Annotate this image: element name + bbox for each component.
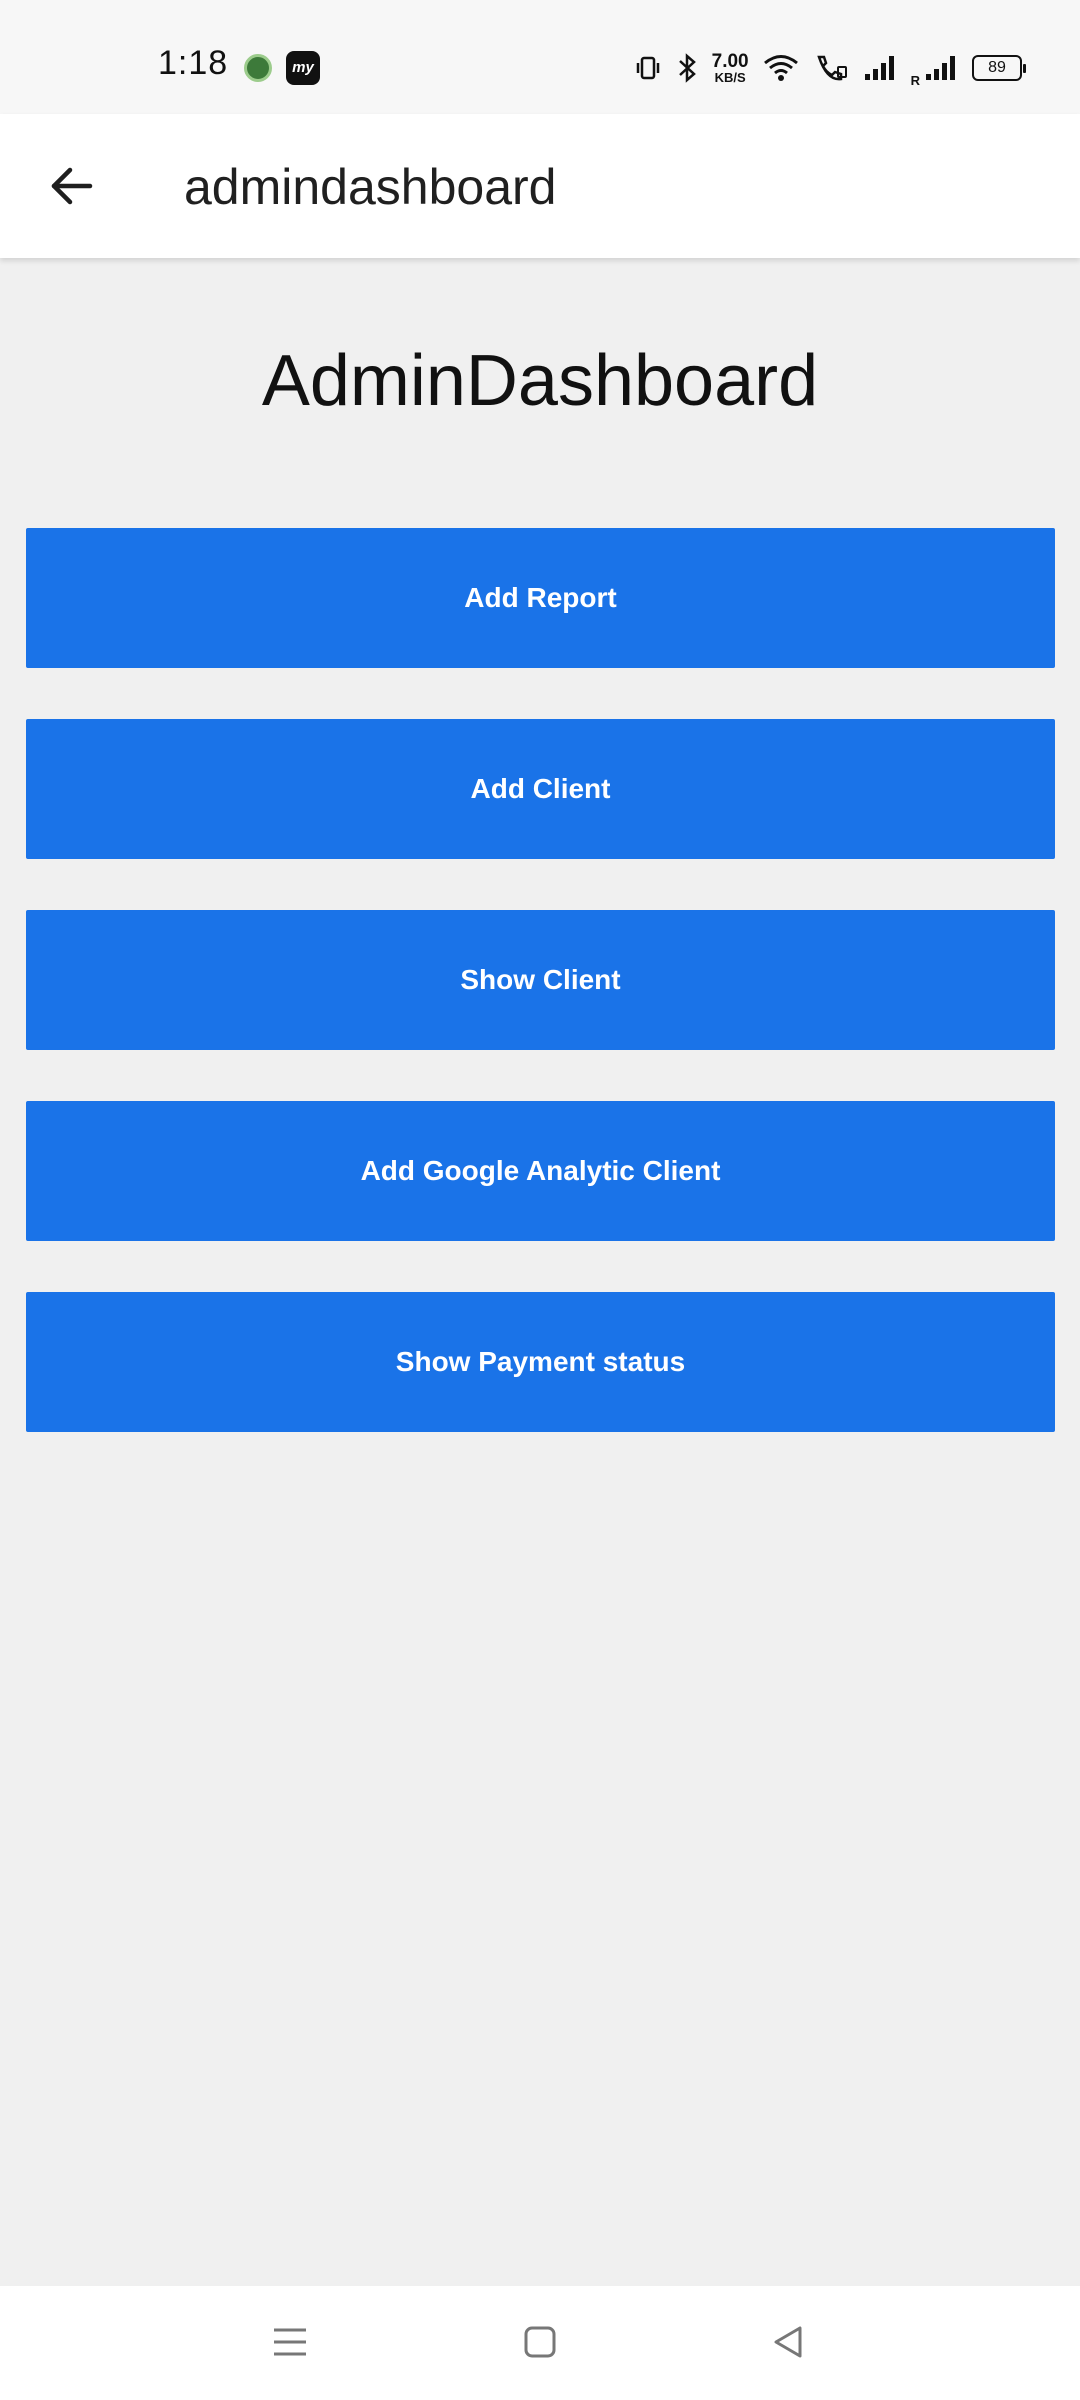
status-time: 1:18 <box>158 44 229 82</box>
page-title: AdminDashboard <box>261 341 819 421</box>
wifi-icon <box>763 55 798 81</box>
show-payment-status-button[interactable]: Show Payment status <box>26 1292 1055 1432</box>
home-icon <box>524 2326 556 2358</box>
signal-icon <box>864 56 894 80</box>
menu-icon <box>274 2328 306 2356</box>
app-notification-icon <box>244 54 272 82</box>
show-client-button[interactable]: Show Client <box>26 910 1055 1050</box>
network-speed-value: 7.00 <box>711 51 749 72</box>
recent-apps-button[interactable] <box>258 2310 322 2374</box>
app-bar: admindashboard <box>0 114 1080 258</box>
back-button[interactable] <box>36 150 108 222</box>
status-icons: 7.00 KB/S R 89 <box>634 48 1026 88</box>
battery-level: 89 <box>988 59 1006 76</box>
battery-icon: 89 <box>972 55 1026 81</box>
add-client-button[interactable]: Add Client <box>26 719 1055 859</box>
back-triangle-icon <box>774 2326 802 2358</box>
add-google-analytic-client-button[interactable]: Add Google Analytic Client <box>26 1101 1055 1241</box>
my-app-notification-icon: my <box>286 51 320 85</box>
home-button[interactable] <box>508 2310 572 2374</box>
system-nav-bar <box>0 2286 1080 2400</box>
app-bar-title: admindashboard <box>184 159 557 215</box>
wifi-calling-icon <box>816 55 847 81</box>
vibrate-icon <box>636 56 659 80</box>
status-bar: 1:18 my 7.00 KB/S R 89 <box>0 0 1080 114</box>
network-speed: 7.00 KB/S <box>712 52 749 84</box>
bluetooth-icon <box>678 53 696 83</box>
roaming-indicator: R <box>910 73 920 88</box>
network-speed-unit: KB/S <box>714 70 746 85</box>
nav-back-button[interactable] <box>756 2310 820 2374</box>
signal-icon-2 <box>926 56 955 80</box>
add-report-button[interactable]: Add Report <box>26 528 1055 668</box>
arrow-left-icon <box>51 167 93 205</box>
